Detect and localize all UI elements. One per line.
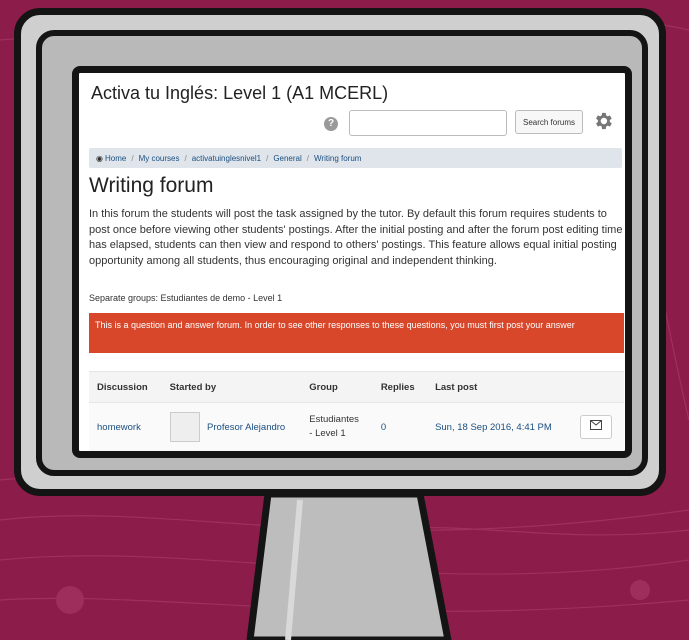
column-discussion[interactable]: Discussion: [89, 371, 162, 403]
envelope-icon: [589, 420, 602, 431]
discussion-link[interactable]: homework: [97, 422, 141, 433]
table-row: homework Profesor Alejandro Estudiantes …: [89, 402, 624, 451]
breadcrumb-writing-forum[interactable]: Writing forum: [314, 154, 361, 163]
breadcrumb-separator: /: [266, 153, 269, 163]
breadcrumb-course[interactable]: activatuinglesnivel1: [192, 154, 261, 163]
groups-label: Separate groups: Estudiantes de demo - L…: [89, 293, 283, 303]
column-last-post[interactable]: Last post: [427, 371, 624, 403]
column-started-by[interactable]: Started by: [161, 371, 302, 403]
column-group[interactable]: Group: [301, 371, 373, 403]
group-name-line1: Estudiantes: [309, 414, 359, 425]
page-title: Writing forum: [89, 174, 214, 197]
discussion-table: Discussion Started by Group Replies Last…: [89, 371, 624, 451]
breadcrumb-separator: /: [131, 153, 134, 163]
qanda-alert: This is a question and answer forum. In …: [89, 313, 624, 353]
breadcrumb-separator: /: [306, 153, 310, 163]
group-name-line2: - Level 1: [309, 428, 346, 439]
course-title[interactable]: Activa tu Inglés: Level 1 (A1 MCERL): [91, 83, 388, 104]
breadcrumb-home[interactable]: Home: [105, 154, 126, 163]
dashboard-icon: ◉: [96, 153, 103, 163]
search-forums-button[interactable]: Search forums: [515, 110, 583, 134]
monitor-screen: Activa tu Inglés: Level 1 (A1 MCERL) ? S…: [72, 66, 632, 458]
author-link[interactable]: Profesor Alejandro: [207, 422, 285, 433]
avatar[interactable]: [169, 412, 200, 442]
forum-intro: In this forum the students will post the…: [89, 208, 623, 267]
column-replies[interactable]: Replies: [372, 371, 428, 403]
question-mark-icon[interactable]: ?: [324, 117, 338, 131]
last-post-link[interactable]: Sun, 18 Sep 2016, 4:41 PM: [435, 422, 552, 433]
gear-icon[interactable]: [592, 110, 614, 132]
subscribe-button[interactable]: [579, 415, 612, 439]
replies-count[interactable]: 0: [381, 422, 386, 433]
breadcrumb-general[interactable]: General: [273, 154, 301, 163]
breadcrumb-separator: /: [184, 153, 187, 163]
search-input[interactable]: [349, 110, 507, 136]
breadcrumb: ◉ Home / My courses / activatuinglesnive…: [89, 148, 622, 168]
breadcrumb-my-courses[interactable]: My courses: [139, 154, 180, 163]
